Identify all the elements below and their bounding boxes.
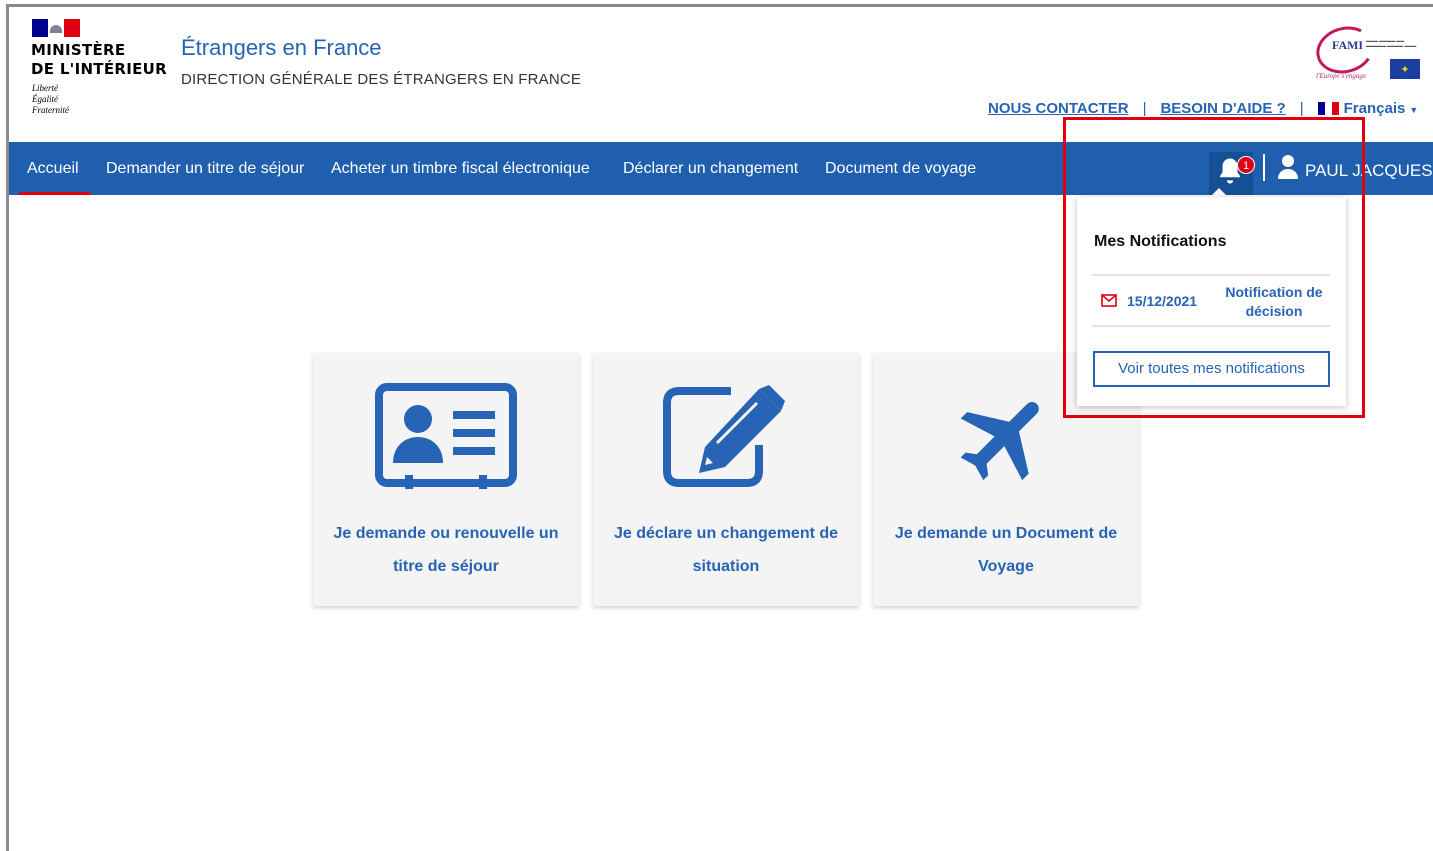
contact-link[interactable]: NOUS CONTACTER (988, 100, 1129, 117)
airplane-icon (960, 401, 1039, 481)
site-subtitle: DIRECTION GÉNÉRALE DES ÉTRANGERS EN FRAN… (181, 71, 582, 88)
eu-flag-icon: ✦ (1390, 59, 1420, 79)
user-name-menu[interactable]: PAUL JACQUES (1305, 142, 1433, 200)
divider (1092, 325, 1330, 327)
envelope-icon (1101, 294, 1117, 307)
french-flag-icon (1317, 102, 1340, 115)
marianne-logo (32, 19, 80, 37)
ministry-name: MINISTÈRE DE L'INTÉRIEUR (31, 41, 167, 78)
notification-date: 15/12/2021 (1127, 293, 1198, 309)
nav-item-document-voyage[interactable]: Document de voyage (825, 142, 976, 195)
republic-motto: Liberté Égalité Fraternité (32, 83, 69, 115)
divider (1092, 274, 1330, 276)
user-area: 1 PAUL JACQUES (1199, 142, 1433, 195)
card-titre-sejour[interactable]: Je demande ou renouvelle un titre de séj… (313, 353, 579, 606)
nav-divider (1263, 154, 1265, 181)
notifications-title: Mes Notifications (1094, 233, 1227, 250)
nav-item-titre-sejour[interactable]: Demander un titre de séjour (106, 142, 304, 195)
nav-item-timbre-fiscal[interactable]: Acheter un timbre fiscal électronique (331, 142, 590, 195)
view-all-notifications-button[interactable]: Voir toutes mes notifications (1093, 351, 1330, 387)
id-card-icon (375, 383, 517, 489)
site-title[interactable]: Étrangers en France (181, 35, 382, 61)
card-label: Je demande ou renouvelle un titre de séj… (333, 525, 559, 575)
notification-count-badge: 1 (1237, 156, 1255, 174)
nav-item-changement[interactable]: Déclarer un changement (623, 142, 798, 195)
card-label: Je déclare un changement de situation (613, 525, 839, 575)
utility-links: NOUS CONTACTER | BESOIN D'AIDE ? | Franç… (988, 100, 1419, 117)
notification-type-link[interactable]: Notification de décision (1219, 283, 1329, 321)
edit-document-icon (663, 385, 785, 487)
caret-down-icon: ▼ (1409, 105, 1419, 115)
notification-item[interactable]: 15/12/2021 Notification de décision (1092, 280, 1330, 324)
site-header: MINISTÈRE DE L'INTÉRIEUR Liberté Égalité… (9, 7, 1433, 142)
language-label: Français (1343, 100, 1406, 117)
language-selector[interactable]: Français ▼ (1344, 100, 1419, 117)
help-link[interactable]: BESOIN D'AIDE ? (1160, 100, 1285, 117)
nav-item-accueil[interactable]: Accueil (19, 142, 91, 195)
user-icon (1278, 155, 1298, 179)
card-label: Je demande un Document de Voyage (894, 525, 1118, 575)
card-changement-situation[interactable]: Je déclare un changement de situation (593, 353, 859, 606)
fami-logo: FAMI ▬▬▬ ▬▬▬▬ ▬▬ ▬▬▬▬▬ ▬▬▬▬ ▬▬▬ ✦ l'Euro… (1311, 20, 1424, 84)
notifications-dropdown: Mes Notifications 15/12/2021 Notificatio… (1077, 197, 1346, 406)
